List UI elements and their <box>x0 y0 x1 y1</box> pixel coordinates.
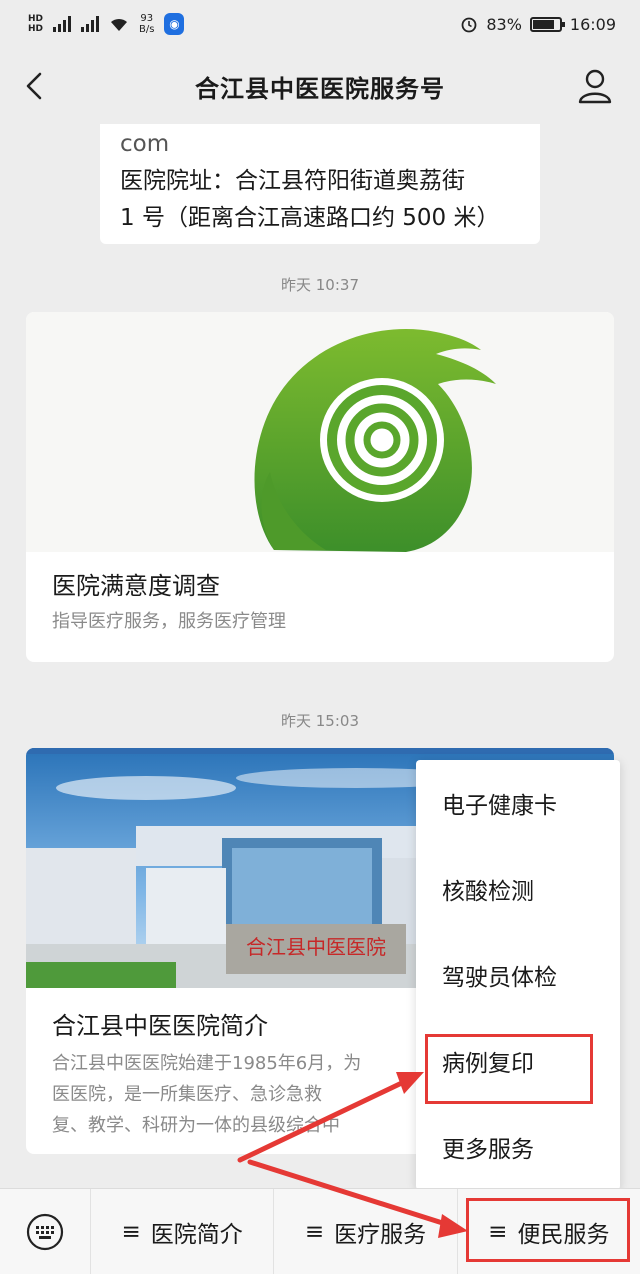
hospital-logo-icon <box>254 329 496 552</box>
card-title: 医院满意度调查 <box>52 572 220 600</box>
menu-list-icon: ≡ <box>121 1218 141 1245</box>
submenu-item-nucleic-test[interactable]: 核酸检测 <box>416 846 620 932</box>
menu-item-label: 医疗服务 <box>334 1221 427 1248</box>
menu-medical-services[interactable]: ≡ 医疗服务 <box>273 1188 456 1274</box>
signal-icon-2 <box>81 16 100 32</box>
alarm-icon <box>461 17 477 33</box>
keyboard-toggle-button[interactable] <box>0 1189 90 1274</box>
article-card-survey[interactable]: 医院满意度调查 指导医疗服务，服务医疗管理 <box>26 312 614 662</box>
signal-icon <box>53 16 72 32</box>
status-bar: HD HD 93 B/s ◉ 83% 16:09 <box>0 0 640 48</box>
back-icon[interactable] <box>18 66 54 106</box>
card-description: 指导医疗服务，服务医疗管理 <box>52 611 286 632</box>
nav-bar: 合江县中医医院服务号 <box>0 48 640 124</box>
clock: 16:09 <box>569 14 616 34</box>
sign-text: 合江县中医医院 <box>246 936 386 959</box>
card-cover-image <box>26 312 614 552</box>
text-message: com 医院院址：合江县符阳街道奥荔街 1 号（距离合江高速路口约 500 米） <box>100 124 540 244</box>
battery-percent: 83% <box>486 14 522 34</box>
highlight-box-convenience <box>466 1198 630 1262</box>
menu-item-label: 医院简介 <box>150 1221 243 1248</box>
message-line: com <box>120 131 170 157</box>
network-type-indicator: HD HD <box>28 14 44 34</box>
submenu-item-driver-exam[interactable]: 驾驶员体检 <box>416 932 620 1018</box>
timestamp: 昨天 15:03 <box>281 712 359 730</box>
message-line: 医院院址：合江县符阳街道奥荔街 <box>120 168 465 194</box>
menu-list-icon: ≡ <box>304 1218 325 1245</box>
shield-icon: ◉ <box>164 13 185 35</box>
keyboard-icon <box>26 1213 64 1250</box>
wifi-icon <box>111 18 128 31</box>
submenu-item-health-card[interactable]: 电子健康卡 <box>416 760 620 846</box>
highlight-box-record-copy <box>425 1034 593 1104</box>
network-speed: 93 B/s <box>139 13 155 35</box>
message-line: 1 号（距离合江高速路口约 500 米） <box>120 205 500 231</box>
menu-hospital-intro[interactable]: ≡ 医院简介 <box>90 1188 273 1274</box>
page-title: 合江县中医医院服务号 <box>195 74 445 103</box>
submenu-popup: 电子健康卡 核酸检测 驾驶员体检 病例复印 更多服务 <box>416 760 620 1190</box>
profile-icon[interactable] <box>576 66 614 106</box>
submenu-item-more-services[interactable]: 更多服务 <box>416 1104 620 1190</box>
timestamp: 昨天 10:37 <box>281 276 359 294</box>
battery-icon <box>529 16 565 32</box>
